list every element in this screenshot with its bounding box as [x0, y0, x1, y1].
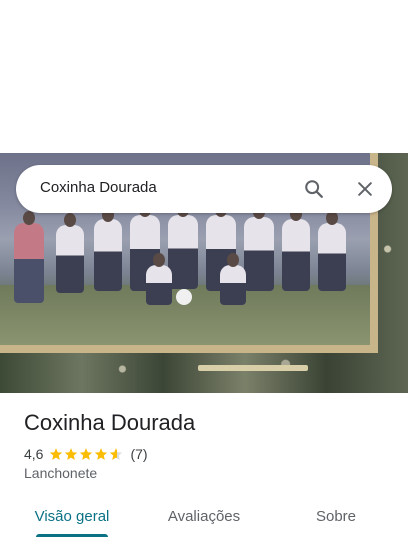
person [56, 225, 84, 293]
person [220, 265, 246, 305]
star-full-icon [65, 448, 78, 460]
place-tabs: Visão geral Avaliações Sobre [0, 496, 408, 546]
search-icon [305, 180, 323, 198]
rating-value: 4,6 [24, 446, 44, 462]
person [14, 223, 44, 303]
rating-row[interactable]: 4,6 (7) [24, 444, 148, 464]
star-full-icon [95, 448, 108, 460]
active-tab-indicator [36, 534, 108, 537]
map-blank-area [0, 0, 408, 153]
tab-overview[interactable]: Visão geral [24, 496, 120, 536]
football [176, 289, 192, 305]
search-button[interactable] [298, 173, 330, 205]
star-full-icon [50, 448, 63, 460]
search-query[interactable]: Coxinha Dourada [40, 179, 157, 196]
search-bar[interactable]: Coxinha Dourada [16, 165, 392, 213]
person [94, 219, 122, 291]
person [146, 265, 172, 305]
close-button[interactable] [349, 173, 381, 205]
close-icon [358, 182, 372, 196]
person [318, 223, 346, 291]
rating-stars [49, 447, 124, 461]
person [282, 219, 310, 291]
tab-reviews[interactable]: Avaliações [154, 496, 254, 536]
person [168, 215, 198, 289]
place-title: Coxinha Dourada [24, 410, 196, 435]
star-full-icon [80, 448, 93, 460]
frame-plaque [198, 365, 308, 371]
review-count[interactable]: (7) [130, 446, 147, 462]
person [244, 217, 274, 291]
tab-label: Sobre [315, 507, 357, 525]
star-half-icon [110, 448, 123, 460]
tab-label: Visão geral [34, 507, 110, 525]
place-category[interactable]: Lanchonete [24, 465, 97, 481]
tab-about[interactable]: Sobre [296, 496, 376, 536]
tab-label: Avaliações [167, 507, 241, 525]
